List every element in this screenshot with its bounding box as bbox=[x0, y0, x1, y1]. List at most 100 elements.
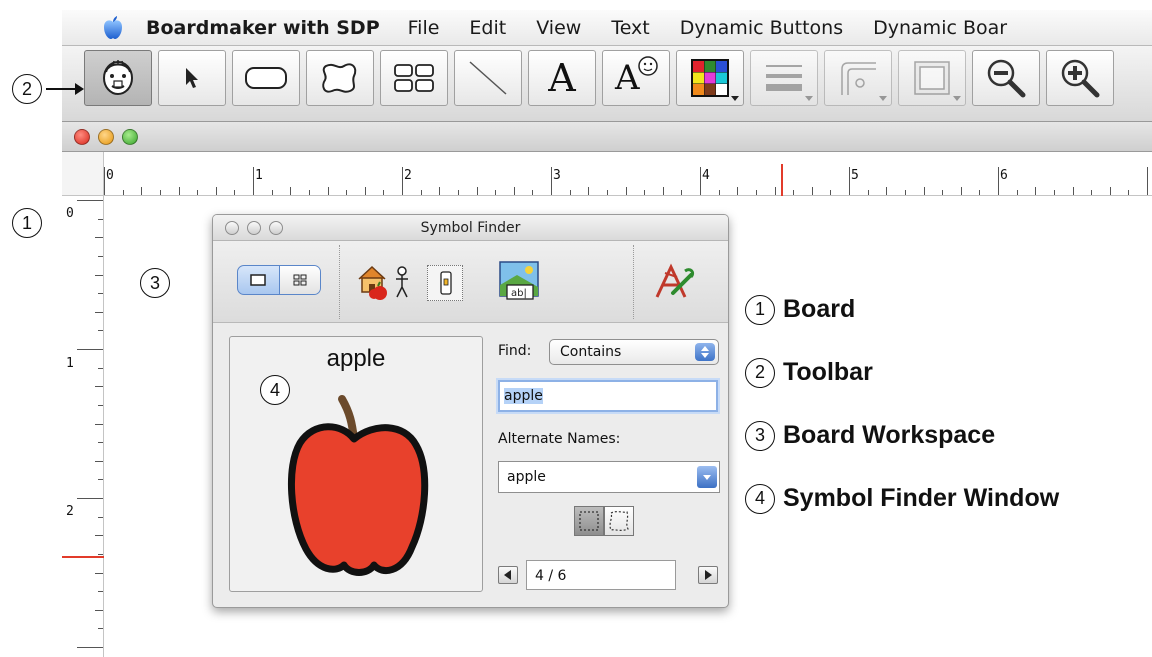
ruler-number: 2 bbox=[404, 168, 412, 183]
ruler-corner bbox=[62, 152, 104, 196]
symbol-finder-window: Symbol Finder ab| apple 4 Find: Contains… bbox=[212, 214, 729, 608]
text-tool-button[interactable]: A bbox=[528, 50, 596, 106]
rectangle-shape-toggle[interactable] bbox=[574, 506, 604, 536]
symbol-finder-tool-icon bbox=[103, 60, 133, 95]
next-symbol-button[interactable] bbox=[698, 566, 718, 584]
ruler-tick bbox=[811, 187, 813, 195]
chevron-down-icon[interactable] bbox=[697, 466, 717, 488]
menu-file[interactable]: File bbox=[408, 17, 440, 39]
view-mode-toggle[interactable] bbox=[237, 265, 321, 295]
color-palette-icon bbox=[691, 59, 729, 97]
ruler-tick bbox=[95, 274, 103, 276]
ruler-tick bbox=[755, 190, 757, 195]
ruler-tick bbox=[98, 591, 103, 593]
legend-item: 1 Board bbox=[745, 278, 1059, 341]
grid-view-button[interactable] bbox=[278, 266, 320, 294]
pointer-tool-icon bbox=[186, 68, 198, 88]
rectangle-shape-icon bbox=[579, 511, 599, 531]
symbol-finder-titlebar: Symbol Finder bbox=[213, 215, 728, 241]
zoom-window-button[interactable] bbox=[122, 129, 138, 145]
ruler-tick bbox=[774, 187, 776, 195]
close-window-button[interactable] bbox=[74, 129, 90, 145]
symbol-preview[interactable]: apple 4 bbox=[229, 336, 483, 592]
ruler-tick bbox=[960, 187, 962, 195]
ruler-tick bbox=[104, 167, 105, 195]
button-sequencer-tool-button[interactable] bbox=[380, 50, 448, 106]
ruler-tick bbox=[718, 190, 720, 195]
symbol-language-icon[interactable] bbox=[653, 263, 697, 301]
ruler-number: 0 bbox=[66, 206, 74, 221]
line-thickness-icon bbox=[766, 65, 802, 91]
toolbar-callout-arrow bbox=[46, 83, 84, 95]
menu-dynamic-boards[interactable]: Dynamic Boar bbox=[873, 17, 1007, 39]
ruler-tick bbox=[98, 218, 103, 220]
categories-icon[interactable] bbox=[356, 261, 412, 303]
symbolate-text-tool-button[interactable]: A bbox=[602, 50, 670, 106]
ruler-tick bbox=[569, 190, 571, 195]
ruler-tick bbox=[178, 187, 180, 195]
ruler-tick bbox=[122, 190, 124, 195]
ruler-tick bbox=[95, 609, 103, 611]
ruler-tick bbox=[98, 255, 103, 257]
ruler-position-marker bbox=[62, 556, 104, 558]
app-name-menu[interactable]: Boardmaker with SDP bbox=[146, 17, 380, 39]
page-indicator: 4 / 6 bbox=[526, 560, 676, 590]
find-mode-value: Contains bbox=[560, 344, 622, 360]
symbol-search-input[interactable]: apple bbox=[498, 380, 718, 412]
zoom-out-button[interactable] bbox=[972, 50, 1040, 106]
legend-item: 2 Toolbar bbox=[745, 341, 1059, 404]
symbol-size-button[interactable] bbox=[427, 265, 463, 301]
ruler-tick bbox=[215, 187, 217, 195]
border-style-button[interactable] bbox=[898, 50, 966, 106]
symbol-finder-title: Symbol Finder bbox=[420, 220, 521, 236]
alternate-names-combo[interactable]: apple bbox=[498, 461, 720, 493]
freeform-shape-toggle[interactable] bbox=[604, 506, 634, 536]
ruler-tick bbox=[98, 330, 103, 332]
ruler-tick bbox=[606, 190, 608, 195]
freeform-button-tool-button[interactable] bbox=[306, 50, 374, 106]
ruler-tick bbox=[95, 460, 103, 462]
ruler-tick bbox=[98, 516, 103, 518]
ruler-tick bbox=[1109, 187, 1111, 195]
ruler-tick bbox=[290, 187, 292, 195]
ruler-tick bbox=[77, 498, 103, 499]
menu-text[interactable]: Text bbox=[611, 17, 649, 39]
pointer-tool-button[interactable] bbox=[158, 50, 226, 106]
text-tool-icon: A bbox=[548, 56, 576, 100]
line-thickness-button[interactable] bbox=[750, 50, 818, 106]
color-palette-button[interactable] bbox=[676, 50, 744, 106]
menu-edit[interactable]: Edit bbox=[469, 17, 506, 39]
ruler-tick bbox=[644, 190, 646, 195]
line-tool-button[interactable] bbox=[454, 50, 522, 106]
vertical-ruler: 0 1 2 bbox=[62, 196, 104, 657]
button-tool-icon bbox=[245, 67, 287, 89]
ruler-tick bbox=[1147, 167, 1148, 195]
ruler-tick bbox=[420, 190, 422, 195]
ruler-tick bbox=[98, 628, 103, 630]
menu-view[interactable]: View bbox=[536, 17, 581, 39]
ruler-tick bbox=[979, 190, 981, 195]
zoom-in-button[interactable] bbox=[1046, 50, 1114, 106]
previous-symbol-button[interactable] bbox=[498, 566, 518, 584]
corner-style-button[interactable] bbox=[824, 50, 892, 106]
ruler-tick bbox=[234, 190, 236, 195]
horizontal-ruler: 0 1 2 3 4 5 6 bbox=[104, 152, 1152, 196]
ruler-tick bbox=[1091, 190, 1093, 195]
toolbar: A A bbox=[62, 46, 1152, 122]
menu-dynamic-buttons[interactable]: Dynamic Buttons bbox=[680, 17, 843, 39]
apple-menu-icon[interactable] bbox=[100, 15, 126, 41]
single-view-button[interactable] bbox=[238, 266, 279, 294]
find-label: Find: bbox=[498, 343, 532, 359]
symbolate-text-tool-icon: A bbox=[611, 55, 661, 101]
toolbar-callout: 2 bbox=[12, 74, 42, 104]
ruler-tick bbox=[1128, 190, 1130, 195]
ruler-number: 3 bbox=[553, 168, 561, 183]
legend-label: Symbol Finder Window bbox=[783, 484, 1060, 512]
find-mode-select[interactable]: Contains bbox=[549, 339, 719, 365]
text-label-icon[interactable]: ab| bbox=[497, 259, 545, 303]
button-tool-button[interactable] bbox=[232, 50, 300, 106]
minimize-window-button[interactable] bbox=[98, 129, 114, 145]
ruler-tick bbox=[141, 187, 143, 195]
alternate-names-label: Alternate Names: bbox=[498, 431, 621, 447]
symbol-finder-tool-button[interactable] bbox=[84, 50, 152, 106]
